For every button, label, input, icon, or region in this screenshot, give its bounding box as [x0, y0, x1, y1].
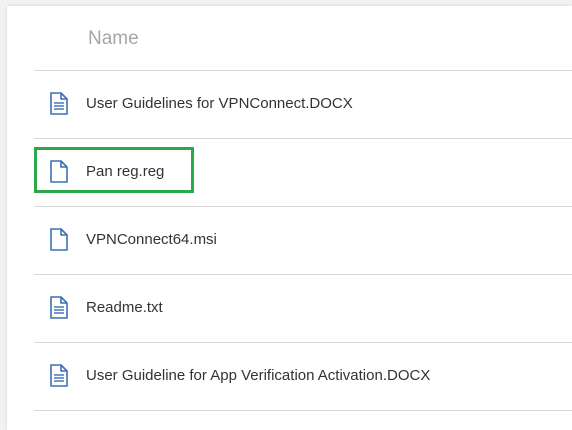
document-lines-icon — [50, 364, 68, 387]
blank-file-icon — [50, 228, 68, 251]
file-list: User Guidelines for VPNConnect.DOCX Pan … — [34, 71, 572, 411]
document-lines-icon — [50, 92, 68, 115]
name-column-header[interactable]: Name — [88, 28, 139, 50]
file-row-selected[interactable]: Pan reg.reg — [34, 139, 572, 207]
blank-file-icon — [50, 160, 68, 183]
file-row[interactable]: VPNConnect64.msi — [34, 207, 572, 275]
file-name: User Guidelines for VPNConnect.DOCX — [86, 95, 353, 112]
file-row[interactable]: User Guidelines for VPNConnect.DOCX — [34, 71, 572, 139]
document-lines-icon — [50, 296, 68, 319]
file-name: VPNConnect64.msi — [86, 231, 217, 248]
file-name: Pan reg.reg — [86, 163, 165, 180]
file-row[interactable]: Readme.txt — [34, 275, 572, 343]
column-header: Name — [34, 6, 572, 71]
file-row[interactable]: User Guideline for App Verification Acti… — [34, 343, 572, 411]
file-name: Readme.txt — [86, 299, 163, 316]
file-name: User Guideline for App Verification Acti… — [86, 367, 431, 384]
file-list-panel: Name User Guidelines for VPNConnect.DOCX… — [7, 6, 572, 430]
